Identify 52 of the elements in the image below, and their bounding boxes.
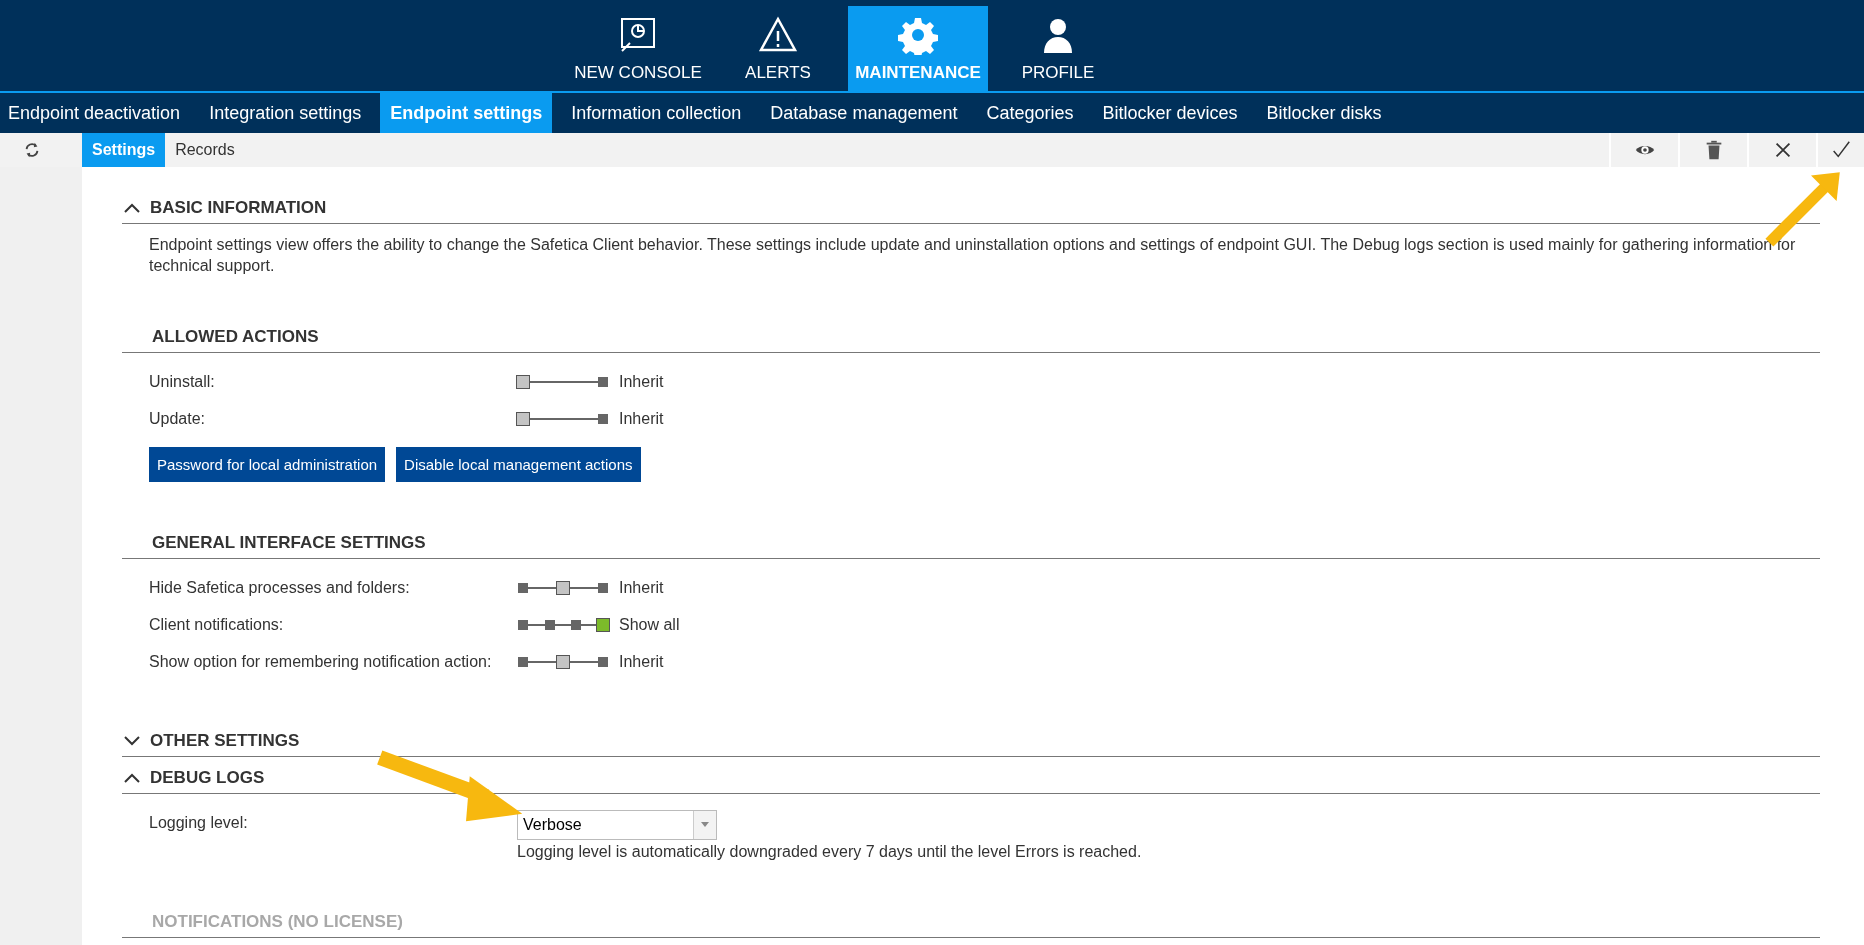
setting-label: Hide Safetica processes and folders: (149, 578, 411, 597)
tab[interactable]: Categories (976, 93, 1084, 133)
slider-thumb[interactable] (556, 654, 570, 669)
nav-tab[interactable]: NEW CONSOLE (568, 6, 708, 91)
slider-step-mark (571, 619, 582, 630)
collapse-caret-icon[interactable] (124, 203, 140, 213)
slider-thumb[interactable] (596, 617, 610, 632)
slider-step-mark (518, 656, 528, 667)
slider-step-mark (518, 619, 528, 630)
tab[interactable]: Database management (760, 93, 968, 133)
slider-step-mark (598, 656, 608, 667)
slider-value: Inherit (619, 372, 664, 391)
collapse-caret-icon[interactable] (124, 773, 140, 783)
action-button[interactable]: Password for local administration (149, 447, 386, 482)
slider-thumb[interactable] (516, 411, 530, 426)
subtab[interactable]: Records (165, 133, 245, 167)
setting-label: Client notifications: (149, 615, 285, 634)
slider-value: Inherit (619, 409, 664, 428)
tab[interactable]: Bitlocker devices (1092, 93, 1248, 133)
slider-value: Show all (619, 615, 680, 634)
slider-step-mark (544, 619, 555, 630)
slider-value: Inherit (619, 652, 664, 671)
slider-step-mark (518, 582, 528, 593)
expand-caret-icon[interactable] (124, 736, 140, 746)
section-title: BASIC INFORMATION (150, 198, 327, 218)
section-title: NOTIFICATIONS (NO LICENSE) (152, 912, 403, 932)
tab[interactable]: Information collection (561, 93, 752, 133)
section-title: OTHER SETTINGS (150, 731, 300, 751)
section-title: DEBUG LOGS (150, 768, 265, 788)
slider-thumb[interactable] (556, 580, 570, 595)
slider-step-mark (598, 376, 608, 387)
refresh-icon[interactable] (23, 141, 41, 159)
slider-step-mark (598, 413, 608, 424)
tab[interactable]: Endpoint deactivation (0, 93, 191, 133)
section-title: ALLOWED ACTIONS (152, 327, 319, 347)
settings-icon (898, 15, 938, 55)
tab[interactable]: Bitlocker disks (1256, 93, 1392, 133)
slider-value: Inherit (619, 578, 664, 597)
setting-label: Uninstall: (149, 372, 216, 391)
slider-thumb[interactable] (516, 374, 530, 389)
dropdown-caret-icon (701, 822, 709, 827)
field-label: Logging level: (149, 813, 249, 832)
slider-step-mark (598, 582, 608, 593)
setting-label: Update: (149, 409, 207, 428)
nav-tab[interactable]: PROFILE (988, 6, 1128, 91)
section-title: GENERAL INTERFACE SETTINGS (152, 533, 426, 553)
setting-label: Show option for remembering notification action: (149, 652, 493, 671)
action-button[interactable]: Disable local management actions (396, 447, 641, 482)
nav-tab[interactable]: ALERTS (708, 6, 848, 91)
logging-level-dropdown[interactable]: Verbose (517, 809, 717, 840)
field-note: Logging level is automatically downgraded every 7 days until the level Errors is reached. (516, 843, 1143, 861)
tab[interactable]: Integration settings (199, 93, 372, 133)
